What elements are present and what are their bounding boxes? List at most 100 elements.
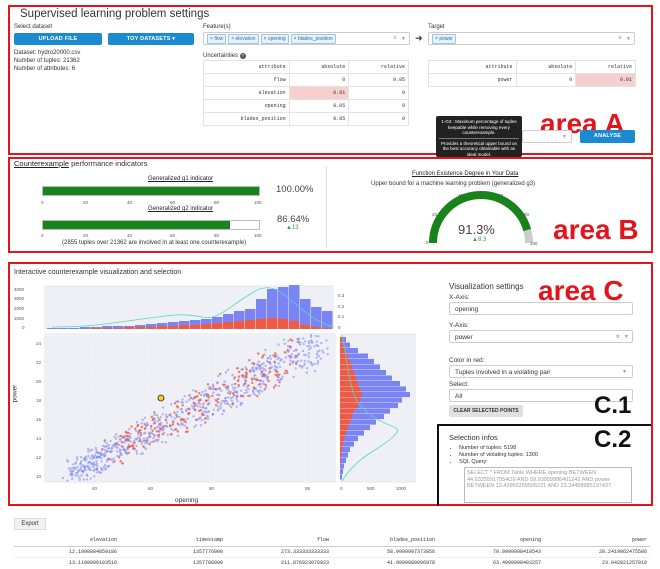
- table-row[interactable]: 13.1100006103516 1357786000 211.87692307…: [14, 557, 650, 568]
- table-row[interactable]: 12.1898084859186 1357776000 273.33333333…: [14, 546, 650, 558]
- axis-tick: 20: [83, 233, 89, 238]
- scatter-point: [234, 386, 237, 389]
- scatter-point: [115, 443, 118, 446]
- scatter-point: [144, 431, 147, 434]
- help-icon[interactable]: ?: [239, 53, 246, 59]
- cell[interactable]: 0.05: [288, 112, 350, 126]
- counterexample-link[interactable]: Counterexample: [14, 159, 69, 168]
- clear-icon[interactable]: ×: [393, 35, 397, 42]
- scatter-point: [184, 424, 187, 428]
- scatter-point: [83, 465, 86, 468]
- cell[interactable]: 0: [348, 99, 409, 113]
- scatter-point: [289, 359, 292, 362]
- y2-tick: 0: [338, 325, 341, 330]
- scatter-point: [228, 404, 231, 407]
- feature-tag-blades[interactable]: × blades_position: [290, 34, 336, 44]
- upload-file-button[interactable]: UPLOAD FILE: [14, 33, 102, 45]
- scatter-point: [243, 391, 246, 395]
- feature-tag-opening[interactable]: × opening: [260, 34, 289, 44]
- cell[interactable]: 0.01: [288, 86, 350, 100]
- chevron-down-icon[interactable]: ▼: [401, 36, 406, 42]
- features-multiselect[interactable]: × flow × elevation × opening × blades_posit…: [203, 32, 410, 45]
- toy-datasets-button[interactable]: TOY DATASETS ▾: [108, 33, 194, 45]
- y-tick: 10: [36, 474, 42, 479]
- column-header[interactable]: power: [544, 534, 650, 547]
- clear-icon[interactable]: ×: [615, 332, 620, 341]
- column-header[interactable]: blades_position: [332, 534, 438, 547]
- scatter-point: [320, 341, 323, 345]
- feature-tag-elevation[interactable]: × elevation: [228, 34, 259, 44]
- scatter-point-violating: [125, 434, 129, 438]
- color-select[interactable]: Tuples involved in a violating pair ▼: [449, 365, 633, 378]
- axis-tick: 0: [41, 233, 44, 238]
- scatter-point-violating: [158, 422, 161, 426]
- scatter-point-violating: [237, 370, 241, 374]
- select-value: All: [455, 393, 463, 400]
- clear-selected-button[interactable]: CLEAR SELECTED POINTS: [449, 405, 523, 417]
- column-header[interactable]: flow: [226, 534, 332, 547]
- scatter-point-violating: [152, 440, 155, 443]
- scatter-point: [85, 473, 89, 476]
- y2-tick: 0.1: [338, 314, 345, 319]
- feature-tag-flow[interactable]: × flow: [207, 34, 227, 44]
- fed-title-link[interactable]: Function Existence Degree in Your Data: [412, 171, 518, 177]
- cell[interactable]: 0.01: [575, 73, 636, 87]
- scatter-point: [318, 349, 321, 352]
- scatter-point-violating: [283, 372, 286, 375]
- analyse-button[interactable]: ANALYSE: [580, 130, 635, 143]
- column-header[interactable]: opening: [438, 534, 544, 547]
- column-header[interactable]: timestamp: [120, 534, 226, 547]
- target-tag-power[interactable]: × power: [432, 34, 456, 44]
- scatter-point-violating: [199, 398, 202, 402]
- yaxis-select[interactable]: power × ▼: [449, 330, 633, 343]
- cell[interactable]: 0: [288, 73, 350, 87]
- cell: 41.9999980096978: [386, 559, 435, 566]
- scatter-point: [313, 345, 316, 348]
- scatter-point: [156, 420, 160, 423]
- scatter-point: [133, 439, 136, 442]
- gauge-tick-40: 40: [458, 193, 464, 198]
- scatter-point: [227, 368, 230, 372]
- selected-point-marker[interactable]: [157, 394, 165, 402]
- scatter-point: [282, 338, 286, 341]
- scatter-point: [214, 398, 217, 402]
- scatter-point-violating: [236, 367, 239, 370]
- cell[interactable]: 0.05: [348, 73, 409, 87]
- yaxis-select-value: power: [455, 334, 473, 341]
- g3-select[interactable]: ▼: [522, 130, 572, 143]
- g1-indicator-link[interactable]: Generalized g1 indicator: [148, 176, 213, 182]
- scatter-point-violating: [169, 424, 172, 428]
- target-select[interactable]: × power × ▼: [428, 32, 635, 45]
- area-b-label: area B: [553, 214, 639, 245]
- scatter-point: [273, 368, 276, 371]
- scatter-point: [129, 440, 132, 443]
- sql-query-box[interactable]: SELECT * FROM Table WHERE opening BETWEE…: [464, 467, 632, 503]
- column-header[interactable]: elevation: [14, 534, 120, 547]
- scatter-point: [244, 371, 247, 375]
- scatter-point: [236, 400, 239, 403]
- scatter-point: [115, 433, 118, 436]
- chevron-down-icon[interactable]: ▼: [626, 36, 631, 42]
- histogram-bar-violating: [340, 414, 352, 420]
- cell[interactable]: 0: [348, 112, 409, 126]
- scatter-point: [252, 368, 255, 372]
- scatter-point: [145, 441, 149, 445]
- scatter-point: [219, 402, 222, 405]
- clear-icon[interactable]: ×: [618, 35, 622, 42]
- chevron-down-icon[interactable]: ▼: [624, 334, 629, 340]
- cell[interactable]: 0: [515, 73, 577, 87]
- scatter-point: [233, 377, 236, 380]
- cell[interactable]: 0: [348, 86, 409, 100]
- scatter-point: [300, 359, 303, 362]
- scatter-plot[interactable]: 24 22 20 18 16 14 12 10 40 60 80 95: [12, 333, 342, 493]
- y-tick: 2000: [14, 306, 25, 311]
- export-button[interactable]: Export: [14, 518, 46, 530]
- scatter-point: [207, 398, 210, 402]
- g2-indicator-link[interactable]: Generalized g2 indicator: [148, 206, 213, 212]
- histogram-bar-violating: [190, 325, 201, 329]
- cell[interactable]: 0.05: [288, 99, 350, 113]
- scatter-point: [240, 368, 243, 371]
- scatter-point-violating: [275, 370, 278, 373]
- histogram-bar: [58, 328, 69, 329]
- scatter-point: [156, 433, 159, 437]
